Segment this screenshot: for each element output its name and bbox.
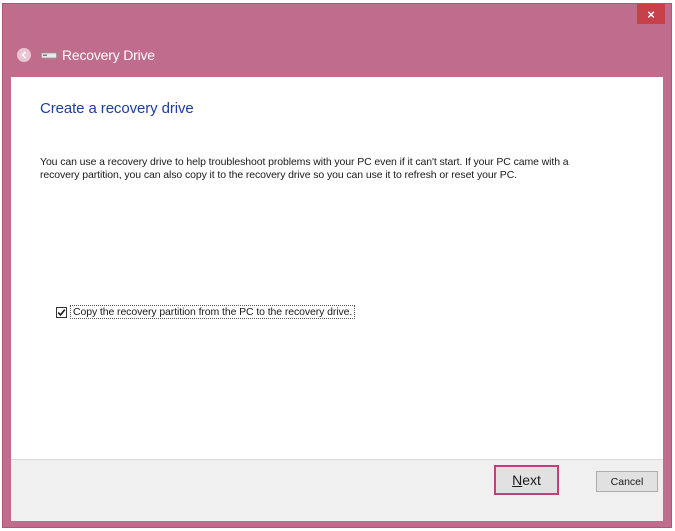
close-icon: × bbox=[647, 6, 655, 22]
copy-partition-checkbox[interactable] bbox=[56, 306, 67, 318]
page-heading: Create a recovery drive bbox=[40, 100, 194, 117]
next-accelerator: N bbox=[512, 472, 523, 488]
cancel-label: Cancel bbox=[610, 475, 644, 488]
next-button[interactable]: Next bbox=[494, 465, 559, 495]
next-label: ext bbox=[522, 472, 541, 488]
cancel-button[interactable]: Cancel bbox=[596, 471, 658, 492]
footer-bar: Next Cancel bbox=[11, 459, 663, 521]
copy-partition-label: Copy the recovery partition from the PC … bbox=[70, 305, 356, 319]
copy-partition-option[interactable]: Copy the recovery partition from the PC … bbox=[56, 305, 356, 319]
recovery-drive-window: × Recovery Drive Create a recovery drive… bbox=[2, 3, 672, 528]
back-button[interactable] bbox=[17, 48, 31, 62]
back-arrow-icon bbox=[21, 51, 27, 59]
title-bar: Recovery Drive bbox=[17, 44, 155, 66]
content-area: Create a recovery drive You can use a re… bbox=[11, 77, 663, 459]
description-text: You can use a recovery drive to help tro… bbox=[40, 156, 569, 181]
drive-icon bbox=[41, 50, 57, 60]
window-title: Recovery Drive bbox=[62, 47, 155, 63]
close-button[interactable]: × bbox=[637, 4, 665, 24]
checkmark-icon bbox=[57, 308, 66, 316]
